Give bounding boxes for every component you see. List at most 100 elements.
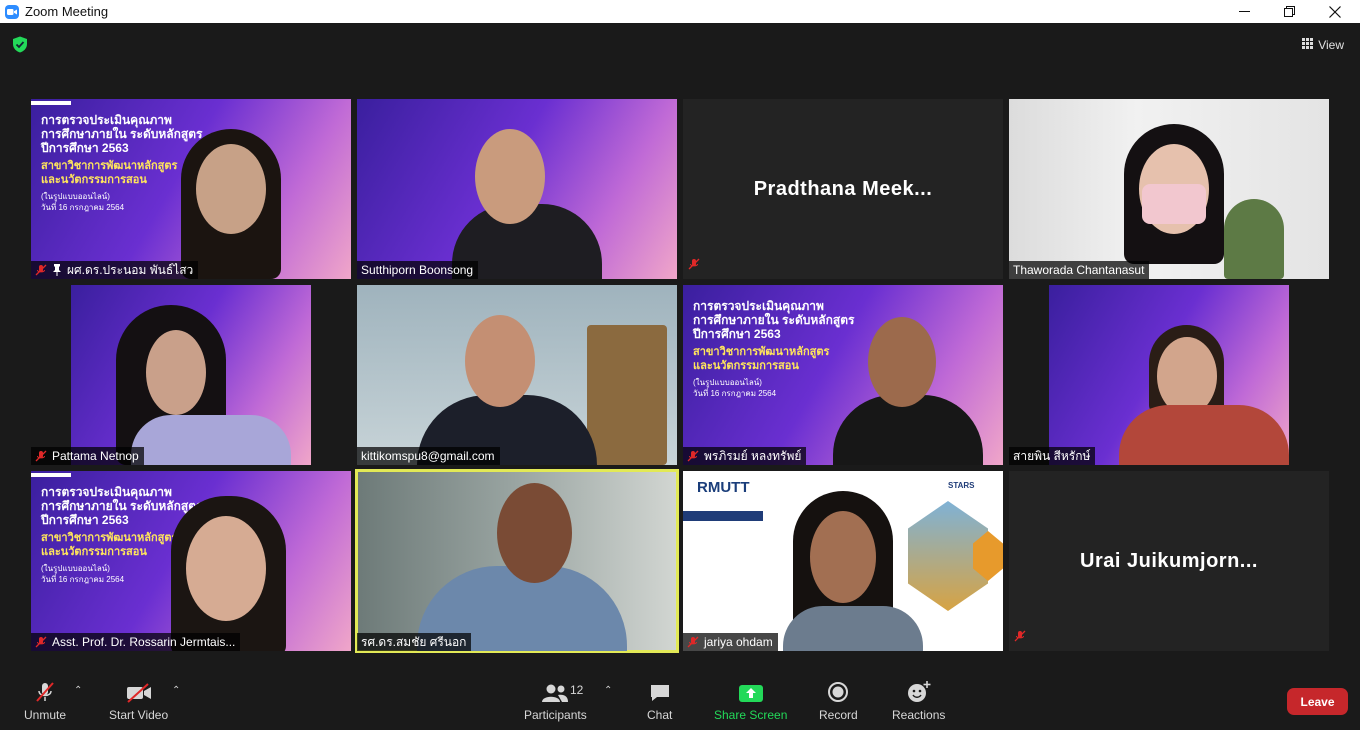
participants-options-caret-icon[interactable]: ⌃ bbox=[604, 685, 612, 696]
muted-mic-icon bbox=[687, 450, 699, 462]
slide-line: และนวัตกรรมการสอน bbox=[693, 360, 799, 372]
video-tile-active-speaker[interactable]: รศ.ดร.สมชัย ศรีนอก bbox=[355, 469, 679, 653]
reactions-button[interactable]: Reactions bbox=[892, 681, 945, 722]
participant-namebar: สายพิน สีหรักษ์ bbox=[1009, 447, 1096, 465]
close-button[interactable] bbox=[1312, 0, 1358, 23]
video-tile[interactable]: Pattama Netnop bbox=[31, 285, 351, 465]
encryption-shield-icon[interactable] bbox=[12, 36, 28, 58]
participant-name: Pattama Netnop bbox=[52, 449, 139, 463]
record-label: Record bbox=[819, 708, 858, 722]
participants-count: 12 bbox=[570, 683, 584, 697]
participant-name: kittikomspu8@gmail.com bbox=[361, 449, 495, 463]
participant-face bbox=[146, 330, 206, 415]
video-tile[interactable]: Sutthiporn Boonsong bbox=[357, 99, 677, 279]
rmutt-logo-text: RMUTT bbox=[697, 479, 750, 496]
stars-logo-text: STARS bbox=[948, 481, 975, 490]
pin-icon bbox=[52, 264, 62, 276]
meeting-topbar: View bbox=[0, 23, 1360, 65]
participant-name: Asst. Prof. Dr. Rossarin Jermtais... bbox=[52, 635, 236, 649]
share-screen-label: Share Screen bbox=[714, 708, 788, 722]
slide-logo-strip bbox=[31, 101, 71, 105]
slide-line: วันที่ 16 กรกฎาคม 2564 bbox=[693, 389, 777, 398]
muted-mic-icon bbox=[35, 264, 47, 276]
leave-button[interactable]: Leave bbox=[1287, 688, 1348, 715]
participant-name: Thaworada Chantanasut bbox=[1013, 263, 1145, 277]
chat-button[interactable]: Chat bbox=[647, 681, 672, 722]
zoom-app-icon bbox=[5, 4, 19, 19]
participant-namebar: พรภิรมย์ หลงทรัพย์ bbox=[683, 447, 807, 465]
participant-name-large: Urai Juikumjorn... bbox=[1080, 549, 1258, 572]
participant-face bbox=[868, 317, 936, 407]
record-button[interactable]: Record bbox=[819, 681, 858, 722]
participant-face bbox=[475, 129, 545, 224]
participant-face bbox=[196, 144, 266, 234]
start-video-button[interactable]: Start Video bbox=[109, 681, 168, 722]
muted-mic-icon bbox=[35, 450, 47, 462]
participant-name-large: Pradthana Meek... bbox=[753, 177, 933, 200]
participant-namebar: ผศ.ดร.ประนอม พันธ์ไสว bbox=[31, 261, 199, 279]
slide-line: การตรวจประเมินคุณภาพ bbox=[41, 113, 172, 127]
view-label: View bbox=[1318, 38, 1344, 52]
muted-mic-icon bbox=[35, 636, 47, 648]
video-tile[interactable]: Urai Juikumjorn... bbox=[1009, 471, 1329, 651]
unmute-button[interactable]: Unmute bbox=[24, 681, 66, 722]
reactions-label: Reactions bbox=[892, 708, 946, 722]
banner-stripe bbox=[683, 511, 763, 521]
video-options-caret-icon[interactable]: ⌃ bbox=[172, 685, 180, 696]
chat-icon bbox=[649, 681, 671, 703]
video-tile[interactable]: RMUTT STARS jariya ohdam bbox=[683, 471, 1003, 651]
participant-face bbox=[810, 511, 876, 603]
start-video-label: Start Video bbox=[109, 708, 169, 722]
slide-logo-strip bbox=[31, 473, 71, 477]
video-tile[interactable]: การตรวจประเมินคุณภาพ การศึกษาภายใน ระดับ… bbox=[31, 99, 351, 279]
muted-mic-icon bbox=[34, 681, 56, 703]
video-tile[interactable]: Pradthana Meek... bbox=[683, 99, 1003, 279]
gallery-view: การตรวจประเมินคุณภาพ การศึกษาภายใน ระดับ… bbox=[0, 65, 1360, 675]
video-tile[interactable]: Thaworada Chantanasut bbox=[1009, 99, 1329, 279]
participant-name: ผศ.ดร.ประนอม พันธ์ไสว bbox=[67, 262, 194, 277]
participant-name: jariya ohdam bbox=[704, 635, 773, 649]
chat-label: Chat bbox=[647, 708, 673, 722]
participant-face bbox=[465, 315, 535, 407]
face-mask bbox=[1142, 184, 1206, 224]
participant-namebar: Asst. Prof. Dr. Rossarin Jermtais... bbox=[31, 633, 241, 651]
participant-namebar: kittikomspu8@gmail.com bbox=[357, 447, 500, 465]
participant-face bbox=[1157, 337, 1217, 415]
participants-label: Participants bbox=[524, 708, 587, 722]
participant-body bbox=[131, 415, 291, 465]
participant-name: สายพิน สีหรักษ์ bbox=[1013, 448, 1091, 463]
muted-mic-icon bbox=[687, 636, 699, 648]
muted-mic-icon bbox=[1014, 629, 1026, 647]
grid-view-icon bbox=[1302, 38, 1314, 52]
slide-line: การตรวจประเมินคุณภาพ bbox=[693, 299, 824, 313]
minimize-button[interactable] bbox=[1221, 0, 1267, 23]
participant-namebar: Pattama Netnop bbox=[31, 447, 144, 465]
video-tile[interactable]: สายพิน สีหรักษ์ bbox=[1009, 285, 1329, 465]
video-tile[interactable]: kittikomspu8@gmail.com bbox=[357, 285, 677, 465]
participant-face bbox=[186, 516, 266, 621]
slide-line: (ในรูปแบบออนไลน์) bbox=[693, 378, 762, 387]
video-tile[interactable]: การตรวจประเมินคุณภาพ การศึกษาภายใน ระดับ… bbox=[31, 471, 351, 651]
unmute-label: Unmute bbox=[24, 708, 67, 722]
smiley-plus-icon bbox=[907, 681, 931, 703]
participants-icon bbox=[541, 681, 569, 703]
participant-namebar: jariya ohdam bbox=[683, 633, 778, 651]
share-screen-button[interactable]: Share Screen bbox=[714, 681, 787, 722]
participant-namebar: Sutthiporn Boonsong bbox=[357, 261, 479, 279]
video-tile[interactable]: การตรวจประเมินคุณภาพ การศึกษาภายใน ระดับ… bbox=[683, 285, 1003, 465]
slide-text: การตรวจประเมินคุณภาพ การศึกษาภายใน ระดับ… bbox=[693, 299, 893, 399]
slide-line: ปีการศึกษา 2563 bbox=[693, 327, 781, 341]
window-title: Zoom Meeting bbox=[25, 4, 109, 19]
participant-face bbox=[497, 483, 572, 583]
window-titlebar: Zoom Meeting bbox=[0, 0, 1360, 23]
muted-mic-icon bbox=[688, 257, 700, 275]
bookshelf bbox=[587, 325, 667, 465]
participant-namebar: รศ.ดร.สมชัย ศรีนอก bbox=[357, 633, 472, 651]
participant-namebar: Thaworada Chantanasut bbox=[1009, 261, 1150, 279]
participant-name: รศ.ดร.สมชัย ศรีนอก bbox=[361, 634, 467, 649]
participant-body bbox=[1119, 405, 1289, 465]
slide-line: สาขาวิชาการพัฒนาหลักสูตร bbox=[693, 346, 830, 358]
audio-options-caret-icon[interactable]: ⌃ bbox=[74, 685, 82, 696]
maximize-button[interactable] bbox=[1266, 0, 1312, 23]
view-button[interactable]: View bbox=[1296, 34, 1350, 56]
